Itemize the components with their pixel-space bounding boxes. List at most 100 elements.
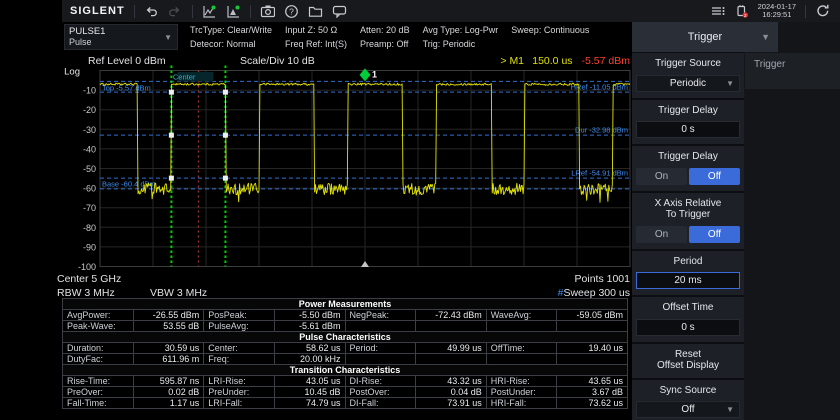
toggle-trigger-delay: OnOff bbox=[636, 168, 740, 185]
menu-item-label: Trigger Delay bbox=[636, 151, 740, 163]
chevron-down-icon: ▼ bbox=[726, 405, 734, 414]
toggle-x-axis-relative-to-trigger: OnOff bbox=[636, 226, 740, 243]
siglent-logo: SIGLENT bbox=[70, 5, 125, 17]
trace-preset-dropdown[interactable]: PULSE1 Pulse ▼ bbox=[64, 24, 178, 50]
menu-item-label: Trigger Source bbox=[636, 58, 740, 70]
value-period[interactable]: 20 ms bbox=[636, 272, 740, 289]
y-axis-tick: -70 bbox=[83, 203, 96, 213]
table-section-header: Transition Characteristics bbox=[63, 365, 628, 376]
menu-item-x-axis-relative-to-trigger[interactable]: X Axis Relative To Trigger OnOff bbox=[632, 193, 744, 249]
settings-column: Sweep: Continuous bbox=[511, 24, 589, 51]
sweep-position-tick bbox=[361, 261, 369, 267]
right-panel: Trigger Trigger ▼ Trigger Source Periodic… bbox=[632, 22, 840, 420]
value-offset-time[interactable]: 0 s bbox=[636, 319, 740, 336]
settings-column: Avg Type: Log-PwrTrig: Periodic bbox=[423, 24, 499, 51]
menu-item-period[interactable]: Period20 ms bbox=[632, 251, 744, 296]
menu-item-label: Sync Source bbox=[636, 385, 740, 397]
history-icon[interactable] bbox=[815, 4, 830, 19]
usb-icon[interactable]: 2 bbox=[734, 4, 749, 19]
menu-item-offset-time[interactable]: Offset Time0 s bbox=[632, 297, 744, 342]
table-row: Rise-Time:595.87 nsLRI-Rise:43.05 usDI-R… bbox=[63, 376, 628, 387]
message-icon[interactable] bbox=[332, 4, 347, 19]
trace-load-icon[interactable] bbox=[226, 4, 241, 19]
settings-readout: TrcType: Clear/WriteDetecor: Normal Input… bbox=[190, 24, 589, 51]
center-cursor-label: Center bbox=[173, 73, 196, 82]
trigger-menu: Trigger SourcePeriodic▼Trigger Delay0 sT… bbox=[632, 53, 744, 420]
panel-header[interactable]: Trigger ▼ bbox=[632, 22, 778, 52]
sweep-label: #Sweep 300 us bbox=[558, 287, 630, 298]
toggle-option-on[interactable]: On bbox=[636, 168, 687, 185]
chevron-down-icon: ▼ bbox=[726, 79, 734, 88]
settings-bar: PULSE1 Pulse ▼ TrcType: Clear/WriteDetec… bbox=[0, 22, 632, 52]
undo-icon[interactable] bbox=[144, 4, 159, 19]
file-icon[interactable] bbox=[308, 4, 323, 19]
table-section-header: Power Measurements bbox=[63, 299, 628, 310]
y-axis-tick: -40 bbox=[83, 144, 96, 154]
toggle-option-off[interactable]: Off bbox=[689, 168, 740, 185]
menu-item-trigger-delay[interactable]: Trigger Delay OnOff bbox=[632, 146, 744, 191]
menu-item-trigger-source[interactable]: Trigger Source Periodic▼ bbox=[632, 53, 744, 98]
threshold-label: Dur -32.98 dBm bbox=[575, 126, 628, 135]
divider bbox=[134, 5, 135, 18]
edge-threshold-marker bbox=[223, 90, 228, 95]
y-axis-tick: -60 bbox=[83, 184, 96, 194]
settings-column: TrcType: Clear/WriteDetecor: Normal bbox=[190, 24, 272, 51]
divider bbox=[250, 5, 251, 18]
menu-item-label: X Axis Relative To Trigger bbox=[636, 198, 740, 221]
table-row: AvgPower:-26.55 dBmPosPeak:-5.50 dBmNegP… bbox=[63, 310, 628, 321]
edge-threshold-marker bbox=[169, 176, 174, 181]
edge-threshold-marker bbox=[169, 90, 174, 95]
panel-header-label: Trigger bbox=[688, 31, 722, 43]
ref-level-label: Ref Level 0 dBm bbox=[88, 55, 166, 67]
edge-threshold-marker bbox=[223, 133, 228, 138]
chevron-down-icon: ▼ bbox=[761, 32, 770, 42]
svg-text:1: 1 bbox=[372, 69, 377, 79]
settings-column: Input Z: 50 ΩFreq Ref: Int(S) bbox=[285, 24, 347, 51]
settings-column: Atten: 20 dBPreamp: Off bbox=[360, 24, 410, 51]
y-axis-tick: -90 bbox=[83, 242, 96, 252]
edge-threshold-marker bbox=[169, 133, 174, 138]
y-axis-tick: -20 bbox=[83, 105, 96, 115]
dropdown-sync-source[interactable]: Off▼ bbox=[636, 401, 740, 418]
screenshot-icon[interactable] bbox=[260, 4, 275, 19]
y-axis-tick: -80 bbox=[83, 223, 96, 233]
table-row: DutyFac:611.96 mFreq:20.00 kHz bbox=[63, 354, 628, 365]
system-menu-icon[interactable] bbox=[710, 4, 725, 19]
scale-div-label: Scale/Div 10 dB bbox=[240, 55, 315, 67]
points-label: Points 1001 bbox=[575, 273, 631, 285]
chart-area[interactable]: Log-10-20-30-40-50-60-70-80-90-100Ref Le… bbox=[0, 52, 632, 298]
y-axis-tick: -10 bbox=[83, 86, 96, 96]
table-section-header: Pulse Characteristics bbox=[63, 332, 628, 343]
menu-item-sync-source[interactable]: Sync Source Off▼ bbox=[632, 380, 744, 420]
menu-item-trigger-delay[interactable]: Trigger Delay 0 s bbox=[632, 100, 744, 145]
help-icon[interactable]: ? bbox=[284, 4, 299, 19]
dropdown-trigger-source[interactable]: Periodic▼ bbox=[636, 75, 740, 92]
preset-name: PULSE1 bbox=[69, 26, 173, 37]
svg-text:?: ? bbox=[289, 6, 294, 16]
menu-item-label: Reset Offset Display bbox=[636, 349, 740, 372]
vbw-label: VBW 3 MHz bbox=[150, 287, 207, 298]
menu-item-reset-offset-display[interactable]: Reset Offset Display bbox=[632, 344, 744, 378]
table-row: Fall-Time:1.17 usLRI-Fall:74.79 usDI-Fal… bbox=[63, 398, 628, 409]
value-trigger-delay[interactable]: 0 s bbox=[636, 121, 740, 138]
pulse-trace-chart: Log-10-20-30-40-50-60-70-80-90-100Ref Le… bbox=[0, 52, 632, 298]
trace-save-icon[interactable] bbox=[202, 4, 217, 19]
rbw-label: RBW 3 MHz bbox=[57, 287, 115, 298]
y-axis-tick: -50 bbox=[83, 164, 96, 174]
y-axis-tick: -30 bbox=[83, 125, 96, 135]
table-row: Duration:30.59 usCenter:58.62 usPeriod:4… bbox=[63, 343, 628, 354]
measurement-tables: Power MeasurementsAvgPower:-26.55 dBmPos… bbox=[62, 298, 628, 409]
divider bbox=[805, 5, 806, 18]
chevron-down-icon: ▼ bbox=[164, 33, 172, 42]
preset-type: Pulse bbox=[69, 37, 173, 48]
redo-icon[interactable] bbox=[168, 4, 183, 19]
toggle-option-on[interactable]: On bbox=[636, 226, 687, 243]
table-row: PreOver:0.02 dBPreUnder:10.45 dBPostOver… bbox=[63, 387, 628, 398]
table-row: Peak-Wave:53.55 dBPulseAvg:-5.61 dBm bbox=[63, 321, 628, 332]
toggle-option-off[interactable]: Off bbox=[689, 226, 740, 243]
y-axis-scale-type: Log bbox=[64, 67, 80, 78]
top-bar: SIGLENT ? bbox=[0, 0, 840, 22]
tab-trigger[interactable]: Trigger bbox=[745, 53, 840, 89]
analyzer-screen: SIGLENT ? bbox=[0, 0, 840, 420]
menu-item-label: Trigger Delay bbox=[636, 105, 740, 117]
